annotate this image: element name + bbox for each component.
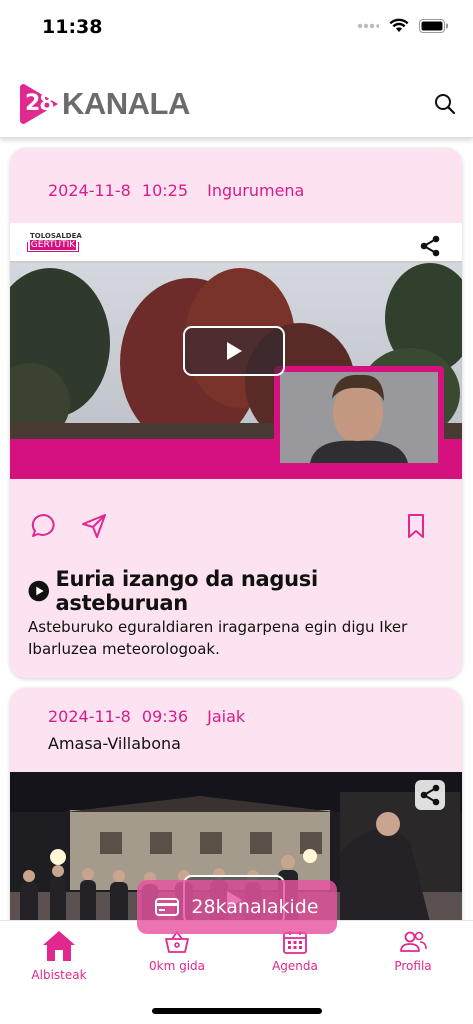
article-place: Amasa-Villabona (48, 734, 181, 753)
comment-icon (31, 513, 55, 537)
card-icon (155, 898, 180, 916)
article-date: 2024-11-8 (48, 181, 131, 200)
article-summary: Asteburuko eguraldiaren iragarpena egin … (28, 618, 408, 658)
send-icon (82, 514, 106, 538)
nav-label: Profila (394, 959, 432, 973)
home-icon (43, 931, 75, 961)
nav-label: Albisteak (31, 968, 87, 982)
nav-label: 0km gida (148, 959, 205, 973)
video-brand: TOLOSALDEA GERTUTIK (27, 232, 82, 252)
nav-label: Agenda (272, 959, 318, 973)
app-header: 28 KANALA (0, 70, 473, 138)
member-button[interactable]: 28kanalakide (137, 880, 337, 934)
play-icon (227, 342, 242, 360)
app-screen: 11:38 28 KANALA 2024-11-8 10:25 Ingurume… (0, 0, 473, 1024)
nav-item-agenda[interactable]: Agenda (245, 929, 345, 973)
logo-badge: 28 (18, 82, 60, 126)
video-brand-bottom: GERTUTIK (30, 240, 76, 250)
app-logo[interactable]: 28 KANALA (18, 82, 190, 126)
wifi-icon (389, 18, 409, 32)
comment-button[interactable] (30, 512, 58, 540)
article-category[interactable]: Jaiak (207, 707, 245, 726)
article-date: 2024-11-8 (48, 707, 131, 726)
logo-text: KANALA (62, 86, 190, 121)
article-card[interactable]: 2024-11-8 10:25 Ingurumena TOLOSALDEA GE… (10, 148, 462, 678)
article-meta: 2024-11-8 09:36 Jaiak (48, 707, 245, 726)
article-video[interactable]: TOLOSALDEA GERTUTIK (10, 223, 462, 479)
battery-icon (419, 18, 448, 33)
signal-dots-icon (357, 23, 379, 28)
logo-badge-text: 28 (25, 91, 55, 116)
article-category[interactable]: Ingurumena (207, 181, 304, 200)
article-headline[interactable]: Euria izango da nagusi asteburuan (28, 567, 448, 615)
article-actions (10, 506, 462, 546)
bookmark-button[interactable] (402, 512, 430, 540)
share-button[interactable] (415, 780, 445, 810)
article-time: 09:36 (141, 707, 189, 726)
article-title: Euria izango da nagusi asteburuan (55, 567, 319, 615)
play-button[interactable] (183, 326, 285, 376)
share-icon (420, 235, 440, 257)
nav-item-albisteak[interactable]: Albisteak (9, 929, 109, 982)
status-icons (357, 18, 449, 33)
home-indicator[interactable] (152, 1008, 322, 1014)
status-time: 11:38 (42, 16, 103, 38)
send-button[interactable] (80, 512, 108, 540)
nav-item-profila[interactable]: Profila (363, 929, 463, 973)
share-button[interactable] (415, 231, 445, 261)
article-meta: 2024-11-8 10:25 Ingurumena (48, 181, 304, 200)
share-icon (420, 784, 440, 806)
nav-item-0km-gida[interactable]: 0km gida (127, 929, 227, 973)
article-time: 10:25 (141, 181, 189, 200)
bookmark-icon (408, 514, 424, 538)
member-button-label: 28kanalakide (191, 896, 319, 918)
users-icon (400, 931, 427, 952)
search-icon (435, 94, 456, 115)
news-feed[interactable]: 2024-11-8 10:25 Ingurumena TOLOSALDEA GE… (0, 138, 473, 920)
status-bar: 11:38 (0, 0, 473, 54)
search-button[interactable] (433, 92, 457, 116)
video-brand-top: TOLOSALDEA (30, 232, 82, 240)
video-play-circle-icon (28, 580, 50, 602)
